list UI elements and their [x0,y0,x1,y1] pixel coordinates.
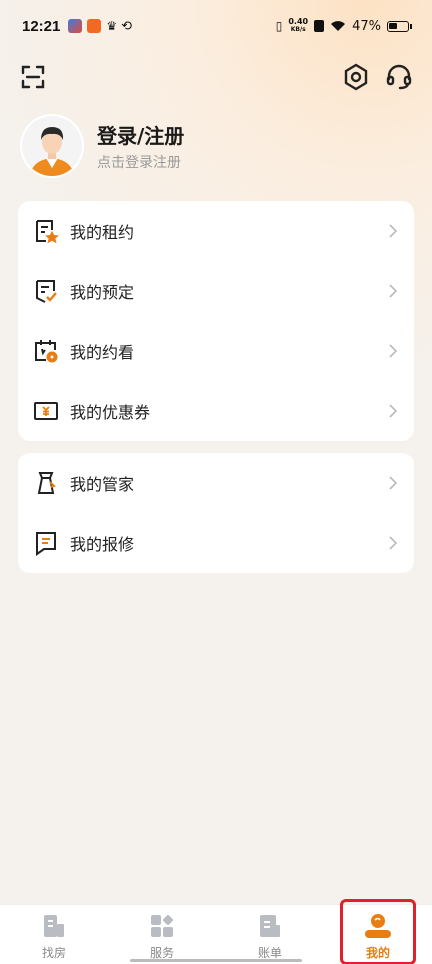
status-bar: 12:21 ♛ ⟲ ▯ 0.40 KB/s 47% [0,0,432,52]
menu-card-secondary: 我的管家 我的报修 [18,453,414,573]
coupon-icon [32,397,60,425]
menu-item-coupon[interactable]: 我的优惠券 [18,381,414,441]
settings-icon[interactable] [341,62,371,92]
menu-item-label: 我的优惠券 [70,403,151,422]
tab-bills[interactable]: 账单 [216,905,324,964]
avatar[interactable] [22,116,82,176]
status-time: 12:21 [22,17,61,35]
menu-item-label: 我的预定 [70,283,135,302]
login-register-title[interactable]: 登录/注册 [97,120,184,149]
battery-tip [410,23,412,29]
crown-icon: ♛ [106,19,118,33]
tab-label: 找房 [41,946,66,960]
lease-icon [32,217,60,245]
menu-item-repair[interactable]: 我的报修 [18,513,414,573]
chevron-right-icon [389,284,398,298]
net-speed-value: 0.40 [288,17,309,26]
menu-item-label: 我的报修 [70,535,135,554]
chevron-right-icon [389,536,398,550]
sim-off-icon [314,20,325,32]
menu-item-lease[interactable]: 我的租约 [18,201,414,261]
network-speed: 0.40 KB/s [288,18,308,34]
sync-icon: ⟲ [121,18,133,34]
bill-icon [260,915,280,937]
chevron-right-icon [389,344,398,358]
butler-icon [32,469,60,497]
home-indicator[interactable] [130,959,302,962]
customer-service-icon[interactable] [384,62,414,92]
reservation-icon [32,277,60,305]
battery-text: 47% [352,18,381,34]
menu-item-reservation[interactable]: 我的预定 [18,261,414,321]
selection-highlight [340,899,416,964]
grid-icon [151,915,173,937]
vibrate-icon: ▯ [275,19,283,33]
menu-item-appointment[interactable]: 我的约看 [18,321,414,381]
building-icon [44,915,64,937]
app-notification-icon [87,19,102,33]
net-speed-unit: KB/s [290,26,306,33]
tab-services[interactable]: 服务 [108,905,216,964]
app-notification-icon [68,19,83,33]
menu-item-label: 我的管家 [70,475,135,494]
menu-card-primary: 我的租约 我的预定 我的约看 我的优惠券 [18,201,414,441]
login-register-subtitle[interactable]: 点击登录注册 [97,152,181,172]
scan-icon[interactable] [18,62,48,92]
repair-icon [32,529,60,557]
appointment-icon [32,337,60,365]
menu-item-butler[interactable]: 我的管家 [18,453,414,513]
menu-item-label: 我的约看 [70,343,135,362]
tab-find-home[interactable]: 找房 [0,905,108,964]
wifi-icon [331,21,346,31]
menu-item-label: 我的租约 [70,223,135,242]
battery-icon [387,20,409,32]
chevron-right-icon [389,476,398,490]
chevron-right-icon [389,404,398,418]
chevron-right-icon [389,224,398,238]
